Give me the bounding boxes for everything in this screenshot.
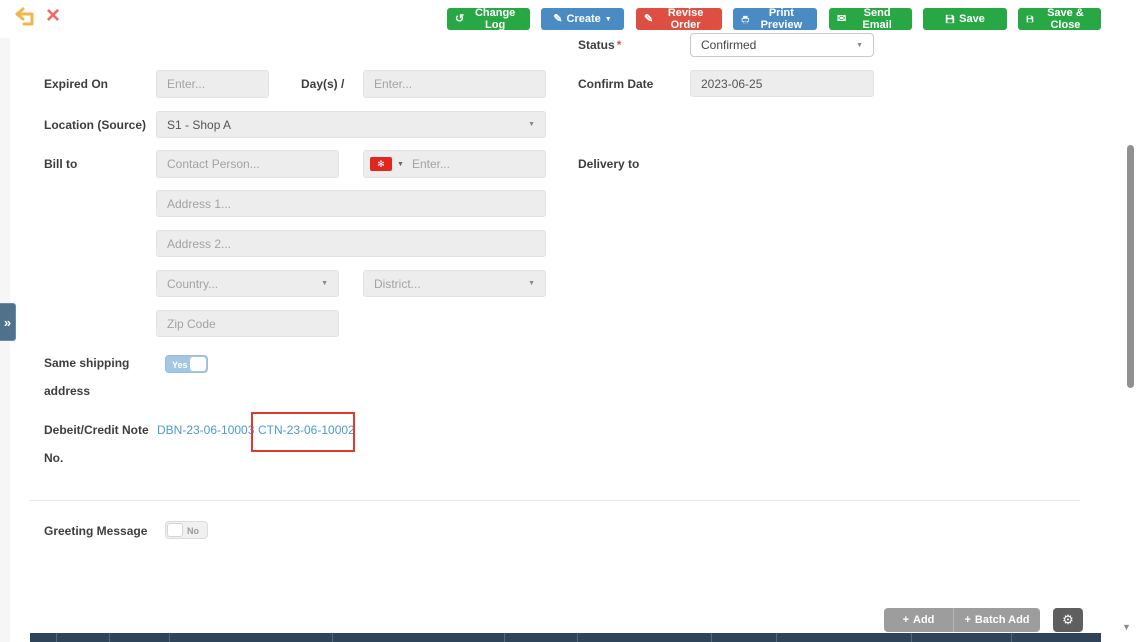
caret-down-icon[interactable]: ▼ (397, 161, 404, 168)
floppy-icon (1026, 14, 1034, 24)
expired-days-input[interactable] (156, 70, 269, 98)
scroll-down-arrow-icon[interactable]: ▼ (1122, 622, 1131, 632)
sidebar-expand-button[interactable]: » (0, 303, 16, 341)
toggle-off-label: No (187, 526, 199, 536)
same-shipping-label-line2: address (44, 384, 90, 398)
district-placeholder: District... (374, 277, 421, 291)
delivery-to-label: Delivery to (578, 157, 639, 171)
country-placeholder: Country... (167, 277, 218, 291)
create-button[interactable]: ✎ Create ▼ (541, 8, 624, 30)
save-label: Save (959, 13, 985, 25)
pencil-icon: ✎ (553, 14, 562, 25)
days-separator-label: Day(s) / (301, 77, 344, 91)
location-source-select[interactable]: S1 - Shop A ▼ (156, 111, 546, 138)
plus-icon: + (903, 614, 909, 626)
toggle-on-label: Yes (172, 360, 188, 370)
greeting-message-label: Greeting Message (44, 524, 147, 538)
add-button[interactable]: + Add (884, 608, 954, 632)
add-button-group: + Add + Batch Add (884, 608, 1040, 632)
expired-date-input[interactable] (363, 70, 546, 98)
history-icon: ↺ (455, 14, 464, 25)
phone-field: ✻ ▼ (363, 150, 546, 178)
print-preview-button[interactable]: Print Preview (733, 8, 817, 30)
address1-input[interactable] (156, 190, 546, 217)
confirm-date-value: 2023-06-25 (701, 77, 762, 91)
confirm-date-field: 2023-06-25 (690, 70, 874, 97)
caret-down-icon: ▼ (321, 280, 328, 287)
back-icon[interactable] (14, 7, 38, 27)
floppy-icon (945, 14, 955, 24)
caret-down-icon: ▼ (528, 121, 535, 128)
double-chevron-right-icon: » (4, 315, 11, 330)
country-select[interactable]: Country... ▼ (156, 270, 339, 297)
vertical-scrollbar-thumb[interactable] (1127, 145, 1134, 388)
envelope-icon: ✉ (837, 14, 846, 25)
location-source-value: S1 - Shop A (167, 118, 231, 132)
order-form-screen: × ↺ Change Log ✎ Create ▼ ✎ Revise Order… (0, 0, 1137, 642)
section-divider (30, 500, 1080, 501)
pencil-icon: ✎ (644, 14, 653, 25)
same-shipping-toggle[interactable]: Yes (165, 355, 208, 373)
plus-icon: + (964, 614, 970, 626)
add-label: Add (913, 614, 934, 626)
close-icon[interactable]: × (46, 2, 60, 30)
send-email-label: Send Email (850, 7, 904, 31)
contact-person-input[interactable] (156, 150, 339, 178)
status-select[interactable]: Confirmed ▼ (690, 33, 874, 57)
district-select[interactable]: District... ▼ (363, 270, 546, 297)
caret-down-icon: ▼ (856, 42, 863, 49)
change-log-label: Change Log (468, 7, 522, 31)
status-value: Confirmed (701, 38, 756, 52)
location-source-label: Location (Source) (44, 118, 146, 132)
confirm-date-label: Confirm Date (578, 77, 653, 91)
gear-icon: ⚙ (1062, 612, 1074, 628)
hong-kong-flag-icon[interactable]: ✻ (370, 157, 392, 171)
debit-credit-note-label-line1: Debeit/Credit Note (44, 423, 149, 437)
bill-to-label: Bill to (44, 157, 77, 171)
revise-order-label: Revise Order (657, 7, 714, 31)
greeting-message-toggle[interactable]: No (165, 521, 208, 539)
same-shipping-label-line1: Same shipping (44, 356, 129, 370)
create-label: Create (567, 13, 601, 25)
send-email-button[interactable]: ✉ Send Email (829, 8, 912, 30)
table-settings-button[interactable]: ⚙ (1053, 608, 1083, 632)
batch-add-label: Batch Add (975, 614, 1030, 626)
caret-down-icon: ▼ (528, 280, 535, 287)
address2-input[interactable] (156, 230, 546, 257)
save-button[interactable]: Save (923, 8, 1007, 30)
debit-note-link[interactable]: DBN-23-06-10003 (157, 423, 254, 437)
save-close-button[interactable]: Save & Close (1018, 8, 1101, 30)
toggle-knob (167, 523, 183, 537)
phone-input[interactable] (410, 156, 539, 172)
batch-add-button[interactable]: + Batch Add (954, 608, 1040, 632)
change-log-button[interactable]: ↺ Change Log (447, 8, 530, 30)
printer-icon (741, 14, 750, 25)
top-toolbar: × ↺ Change Log ✎ Create ▼ ✎ Revise Order… (0, 0, 1137, 36)
revise-order-button[interactable]: ✎ Revise Order (636, 8, 722, 30)
debit-credit-note-label-line2: No. (44, 451, 63, 465)
toggle-knob (190, 357, 206, 371)
items-table-header (30, 633, 1101, 642)
status-label: Status* (578, 38, 621, 52)
save-close-label: Save & Close (1038, 7, 1093, 31)
zip-code-input[interactable] (156, 310, 339, 337)
required-asterisk: * (617, 38, 622, 52)
credit-note-link[interactable]: CTN-23-06-10002 (258, 423, 355, 437)
print-preview-label: Print Preview (754, 7, 809, 31)
expired-on-label: Expired On (44, 77, 108, 91)
caret-down-icon: ▼ (605, 16, 612, 23)
